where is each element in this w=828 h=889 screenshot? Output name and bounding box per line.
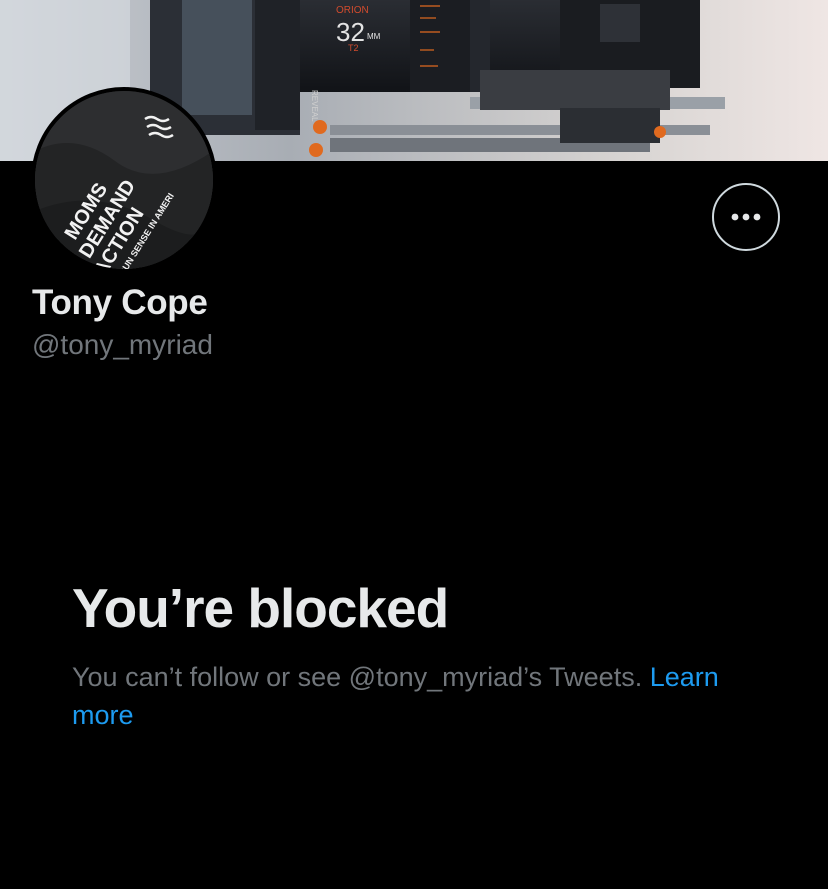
blocked-title: You’re blocked — [72, 577, 449, 639]
more-options-button[interactable] — [712, 183, 780, 251]
more-options-icon — [731, 213, 761, 221]
profile-handle: @tony_myriad — [32, 329, 213, 360]
svg-text:ORION: ORION — [336, 5, 369, 16]
profile-display-name: Tony Cope — [32, 283, 208, 322]
svg-text:REVEAL: REVEAL — [310, 90, 319, 122]
blocked-message-text: You can’t follow or see @tony_myriad’s T… — [72, 662, 643, 692]
avatar-image: MOMS DEMAND ACTION FOR GUN SENSE IN AMER… — [35, 91, 213, 269]
profile-avatar[interactable]: MOMS DEMAND ACTION FOR GUN SENSE IN AMER… — [31, 87, 217, 273]
blocked-message: You can’t follow or see @tony_myriad’s T… — [72, 658, 762, 734]
svg-text:T2: T2 — [348, 43, 359, 53]
svg-text:MM: MM — [367, 32, 381, 41]
